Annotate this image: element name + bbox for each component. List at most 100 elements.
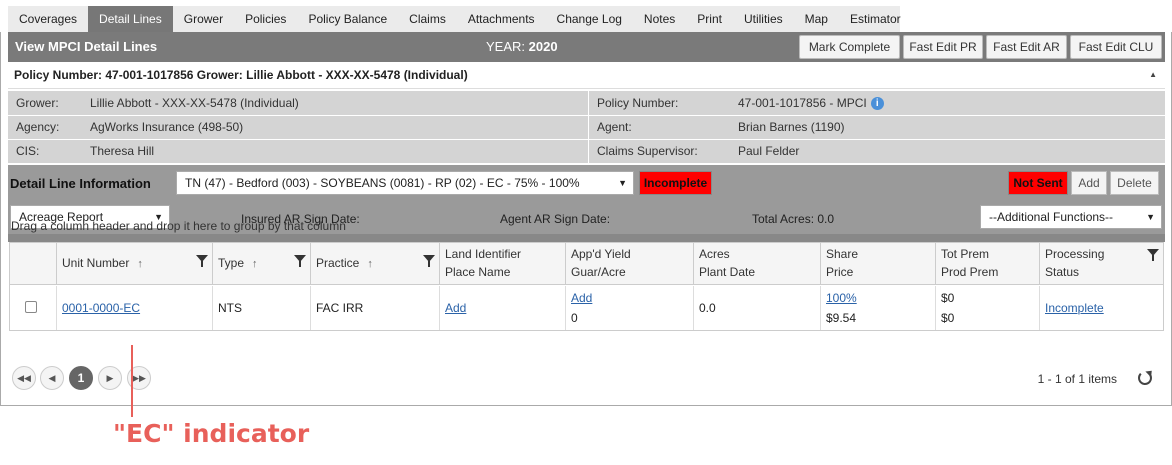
policy-header-text: Policy Number: 47-001-1017856 Grower: Li… xyxy=(14,68,468,82)
column-header-appd-yield[interactable]: App'd Yield Guar/Acre xyxy=(565,243,693,285)
divider xyxy=(588,91,589,163)
fast-edit-ar-button[interactable]: Fast Edit AR xyxy=(986,35,1067,59)
refresh-icon[interactable] xyxy=(1138,371,1152,385)
tab-map[interactable]: Map xyxy=(794,6,839,32)
policy-number-value: 47-001-1017856 - MPCI xyxy=(738,96,867,110)
fast-edit-pr-button[interactable]: Fast Edit PR xyxy=(903,35,983,59)
sort-arrow-icon: ↑ xyxy=(252,258,258,270)
column-header-type[interactable]: Type ↑ xyxy=(212,243,310,285)
policy-number-field: 47-001-1017856 - MPCI i xyxy=(738,91,884,115)
agent-value: Brian Barnes (1190) xyxy=(738,120,845,134)
cell-processing-status: Incomplete xyxy=(1039,286,1163,330)
yield-add-link[interactable]: Add xyxy=(571,291,592,305)
page-number-current[interactable]: 1 xyxy=(69,366,93,390)
title-bar: View MPCI Detail Lines YEAR: 2020 Mark C… xyxy=(8,32,1165,62)
filter-icon[interactable] xyxy=(196,255,208,267)
sort-arrow-icon: ↑ xyxy=(367,258,373,270)
filter-icon[interactable] xyxy=(294,255,306,267)
tab-print[interactable]: Print xyxy=(686,6,733,32)
agent-ar-sign-date: Agent AR Sign Date: xyxy=(500,212,611,226)
prev-page-icon[interactable]: ◀ xyxy=(40,366,64,390)
tab-policies[interactable]: Policies xyxy=(234,6,297,32)
status-link[interactable]: Incomplete xyxy=(1045,301,1104,315)
cis-value: Theresa Hill xyxy=(90,144,155,158)
collapse-caret-icon[interactable]: ▲ xyxy=(1149,63,1157,87)
column-header-processing-status[interactable]: Processing Status xyxy=(1039,243,1163,285)
cell-premium: $0 $0 xyxy=(935,286,1039,330)
cell-acres: 0.0 xyxy=(693,286,820,330)
callout-line xyxy=(131,345,133,417)
column-header-acres[interactable]: Acres Plant Date xyxy=(693,243,820,285)
page-title: View MPCI Detail Lines xyxy=(15,39,158,54)
chevron-down-icon: ▼ xyxy=(1146,212,1155,222)
first-page-icon[interactable]: ◀◀ xyxy=(12,366,36,390)
detail-line-select-value: TN (47) - Bedford (003) - SOYBEANS (0081… xyxy=(185,176,580,190)
group-by-hint: Drag a column header and drop it here to… xyxy=(11,219,346,233)
cell-unit-number: 0001-0000-EC xyxy=(56,286,212,330)
claims-supervisor-label: Claims Supervisor: xyxy=(597,144,698,158)
ec-indicator-callout: "EC" indicator xyxy=(113,419,310,448)
column-header-tot-prem[interactable]: Tot Prem Prod Prem xyxy=(935,243,1039,285)
tab-attachments[interactable]: Attachments xyxy=(457,6,546,32)
total-acres: Total Acres: 0.0 xyxy=(752,212,835,226)
tab-bar: Coverages Detail Lines Grower Policies P… xyxy=(8,6,901,32)
not-sent-badge: Not Sent xyxy=(1008,171,1068,195)
tab-detail-lines[interactable]: Detail Lines xyxy=(88,6,173,32)
delete-button[interactable]: Delete xyxy=(1110,171,1159,195)
policy-number-label: Policy Number: xyxy=(597,96,679,110)
tab-policy-balance[interactable]: Policy Balance xyxy=(297,6,398,32)
chevron-down-icon: ▼ xyxy=(618,178,627,188)
cis-label: CIS: xyxy=(16,144,40,158)
mark-complete-button[interactable]: Mark Complete xyxy=(799,35,900,59)
table-row: 0001-0000-EC NTS FAC IRR Add Add 0 0.0 1… xyxy=(10,286,1163,330)
section-divider-bar xyxy=(8,234,1165,242)
add-button[interactable]: Add xyxy=(1071,171,1107,195)
cell-appd-yield: Add 0 xyxy=(565,286,693,330)
grid-header: Unit Number ↑ Type ↑ Practice ↑ Land Identi… xyxy=(10,243,1163,285)
additional-functions-value: --Additional Functions-- xyxy=(989,210,1114,224)
policy-header[interactable]: Policy Number: 47-001-1017856 Grower: Li… xyxy=(8,63,1165,89)
year-value: 2020 xyxy=(528,39,558,54)
tab-coverages[interactable]: Coverages xyxy=(8,6,88,32)
claims-supervisor-value: Paul Felder xyxy=(738,144,800,158)
column-header-land-identifier[interactable]: Land Identifier Place Name xyxy=(439,243,565,285)
tab-claims[interactable]: Claims xyxy=(398,6,457,32)
pager-item-count: 1 - 1 of 1 items xyxy=(1037,372,1117,386)
agent-label: Agent: xyxy=(597,120,632,134)
tab-grower[interactable]: Grower xyxy=(173,6,234,32)
column-header-unit-number[interactable]: Unit Number ↑ xyxy=(56,243,212,285)
filter-icon[interactable] xyxy=(423,255,435,267)
agency-value: AgWorks Insurance (498-50) xyxy=(90,120,244,134)
detail-lines-grid: Unit Number ↑ Type ↑ Practice ↑ Land Identi… xyxy=(9,242,1164,331)
additional-functions-select[interactable]: --Additional Functions-- ▼ xyxy=(980,205,1162,229)
cell-practice: FAC IRR xyxy=(310,286,439,330)
tab-notes[interactable]: Notes xyxy=(633,6,686,32)
grower-label: Grower: xyxy=(16,96,59,110)
row-select-cell xyxy=(10,286,56,330)
policy-info-block: Grower: Lillie Abbott - XXX-XX-5478 (Ind… xyxy=(8,91,1165,163)
detail-line-select[interactable]: TN (47) - Bedford (003) - SOYBEANS (0081… xyxy=(176,171,634,195)
column-header-share[interactable]: Share Price xyxy=(820,243,935,285)
incomplete-badge: Incomplete xyxy=(639,171,712,195)
unit-number-link[interactable]: 0001-0000-EC xyxy=(62,301,140,315)
filter-icon[interactable] xyxy=(1147,249,1159,261)
land-add-link[interactable]: Add xyxy=(445,301,466,315)
year-display: YEAR: 2020 xyxy=(486,39,558,54)
agency-label: Agency: xyxy=(16,120,60,134)
share-link[interactable]: 100% xyxy=(826,291,857,305)
divider xyxy=(8,139,1165,140)
detail-line-label: Detail Line Information xyxy=(10,176,151,191)
next-page-icon[interactable]: ▶ xyxy=(98,366,122,390)
column-header-practice[interactable]: Practice ↑ xyxy=(310,243,439,285)
grower-value: Lillie Abbott - XXX-XX-5478 (Individual) xyxy=(90,96,299,110)
fast-edit-clu-button[interactable]: Fast Edit CLU xyxy=(1070,35,1162,59)
cell-type: NTS xyxy=(212,286,310,330)
tab-estimator[interactable]: Estimator xyxy=(839,6,912,32)
tab-change-log[interactable]: Change Log xyxy=(546,6,633,32)
row-checkbox[interactable] xyxy=(25,301,37,313)
cell-share-price: 100% $9.54 xyxy=(820,286,935,330)
sort-arrow-icon: ↑ xyxy=(137,258,143,270)
info-icon[interactable]: i xyxy=(870,97,884,111)
tab-utilities[interactable]: Utilities xyxy=(733,6,794,32)
cell-land-identifier: Add xyxy=(439,286,565,330)
